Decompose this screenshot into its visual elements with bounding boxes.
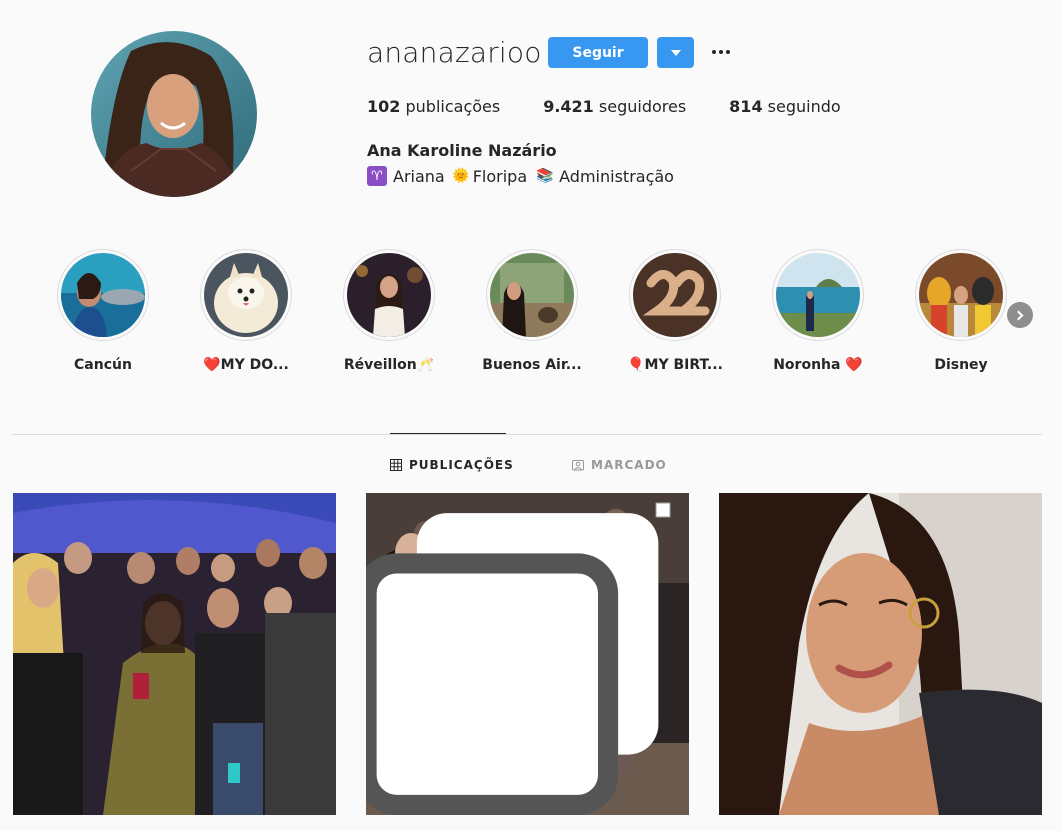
followers-label: seguidores (593, 97, 687, 116)
following-stat[interactable]: 814 seguindo (729, 97, 841, 116)
highlight-cover (204, 253, 288, 337)
tab-posts-label: PUBLICAÇÕES (409, 458, 514, 472)
highlight-label: Buenos Air... (482, 357, 582, 373)
username: ananazarioo (367, 36, 542, 69)
grid-icon (390, 459, 402, 471)
more-options-button[interactable] (708, 38, 734, 66)
dropdown-arrow-icon (670, 49, 681, 56)
highlight-cover (776, 253, 860, 337)
highlight-label: Cancún (74, 357, 132, 373)
post-thumbnail[interactable] (719, 493, 1042, 815)
followers-stat[interactable]: 9.421 seguidores (543, 97, 686, 116)
avatar-photo (91, 31, 257, 197)
aries-icon: ♈ (367, 166, 387, 186)
highlight-cover (633, 253, 717, 337)
highlight-cancun[interactable]: Cancún (53, 249, 153, 373)
tabs-divider (12, 434, 1042, 435)
highlight-ring (915, 249, 1007, 341)
highlight-label: 🎈MY BIRT... (625, 357, 725, 373)
highlight-buenos-aires[interactable]: Buenos Air... (482, 249, 582, 373)
bio: ♈ Ariana 🌞 Floripa 📚 Administração (367, 166, 674, 186)
books-icon: 📚 (536, 168, 554, 184)
heart-icon: ❤️ (845, 357, 863, 373)
more-icon (719, 50, 723, 54)
highlights-next-button[interactable] (1007, 302, 1033, 328)
profile-stats: 102 publicações 9.421 seguidores 814 seg… (367, 97, 884, 116)
story-highlights: Cancún ❤️MY DO... Réveillon🥂 Buenos Air.… (0, 249, 1062, 389)
posts-stat: 102 publicações (367, 97, 500, 116)
bio-sign: Ariana (393, 166, 445, 186)
highlight-label: ❤️MY DO... (196, 357, 296, 373)
highlight-reveillon[interactable]: Réveillon🥂 (339, 249, 439, 373)
highlight-label: Noronha ❤️ (768, 357, 868, 373)
highlight-label-text: MY DO... (220, 357, 289, 373)
bio-study: Administração (559, 166, 674, 186)
balloon-icon: 🎈 (627, 357, 645, 373)
champagne-icon: 🥂 (416, 357, 435, 373)
active-tab-indicator (390, 433, 506, 434)
following-count: 814 (729, 97, 763, 116)
highlight-label-text: MY BIRT... (644, 357, 723, 373)
heart-icon: ❤️ (203, 357, 221, 373)
more-icon (726, 50, 730, 54)
highlight-ring (57, 249, 149, 341)
profile-page: ananazarioo Seguir 102 publicações 9.421… (0, 0, 1062, 831)
tab-posts[interactable]: PUBLICAÇÕES (390, 458, 514, 472)
followers-count: 9.421 (543, 97, 594, 116)
following-label: seguindo (762, 97, 841, 116)
highlight-disney[interactable]: Disney (911, 249, 1011, 373)
highlight-my-birthday[interactable]: 🎈MY BIRT... (625, 249, 725, 373)
highlight-ring (772, 249, 864, 341)
highlight-ring (343, 249, 435, 341)
posts-count: 102 (367, 97, 401, 116)
highlight-cover (919, 253, 1003, 337)
chevron-right-icon (1013, 310, 1024, 320)
highlight-ring (200, 249, 292, 341)
tab-tagged[interactable]: MARCADO (572, 458, 667, 472)
multiple-photos-icon (366, 513, 659, 815)
suggestions-dropdown-button[interactable] (657, 37, 694, 68)
post-thumbnail[interactable] (13, 493, 336, 815)
bio-city: Floripa (472, 166, 528, 186)
more-icon (712, 50, 716, 54)
highlight-label: Réveillon🥂 (339, 357, 439, 373)
highlight-ring (629, 249, 721, 341)
highlight-label-text: Noronha (773, 357, 841, 373)
full-name: Ana Karoline Nazário (367, 141, 557, 160)
highlight-cover (347, 253, 431, 337)
highlight-label-text: Réveillon (343, 357, 417, 373)
follow-button[interactable]: Seguir (548, 37, 648, 68)
post-thumbnail[interactable] (366, 493, 689, 815)
posts-label: publicações (400, 97, 501, 116)
tab-tagged-label: MARCADO (591, 458, 667, 472)
highlight-noronha[interactable]: Noronha ❤️ (768, 249, 868, 373)
tagged-icon (572, 460, 584, 471)
sun-icon: 🌞 (452, 168, 470, 184)
highlight-cover (490, 253, 574, 337)
highlight-label: Disney (934, 357, 988, 373)
highlight-ring (486, 249, 578, 341)
highlight-cover (61, 253, 145, 337)
highlight-my-dog[interactable]: ❤️MY DO... (196, 249, 296, 373)
profile-avatar[interactable] (91, 31, 257, 197)
